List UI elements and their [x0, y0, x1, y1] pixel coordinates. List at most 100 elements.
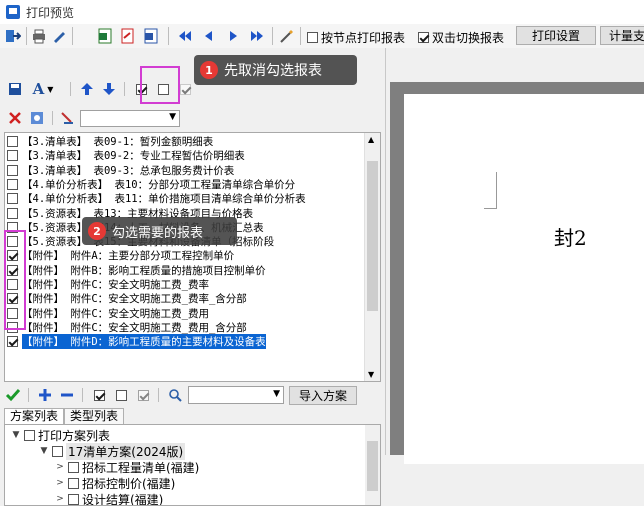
window-title: 打印预览	[26, 5, 75, 20]
report-label: 【附件】 附件C：安全文明施工费_费率_含分部	[22, 293, 247, 306]
filter-toolbar: ▼	[0, 107, 385, 129]
expand-arrow-icon[interactable]: >	[55, 494, 65, 504]
main-toolbar: 按节点打印报表 双击切换报表 打印设置 计量支	[0, 24, 644, 49]
expand-arrow-icon[interactable]: >	[55, 478, 65, 488]
report-label: 【附件】 附件D：影响工程质量的主要材料及设备表	[22, 334, 266, 350]
report-list-item[interactable]: 【附件】 附件D：影响工程质量的主要材料及设备表	[7, 334, 362, 350]
print-icon[interactable]	[30, 27, 48, 45]
dblclick-switch-checkbox[interactable]: 双击切换报表	[418, 29, 504, 46]
report-list-item[interactable]: 【4.单价分析表】 表10：分部分项工程量清单综合单价分	[7, 178, 362, 191]
scheme-toolbar: ▼ 导入方案	[0, 384, 385, 406]
report-panel: A ▼ ▼ ▲ ▼ 【3.清单表】 表09-1：暂列金额明细表 【3.清单表】 …	[0, 48, 386, 506]
scheme-tabs: 方案列表 类型列表	[4, 408, 125, 424]
highlight-checked-items	[4, 230, 26, 330]
refresh-icon[interactable]	[28, 109, 46, 127]
chevron-down-icon: ▼	[169, 112, 176, 122]
word-export-icon[interactable]	[142, 27, 160, 45]
highlight-check-buttons	[140, 66, 180, 104]
report-checkbox[interactable]	[7, 136, 18, 147]
filter-combobox[interactable]: ▼	[80, 110, 180, 127]
import-scheme-button[interactable]: 导入方案	[289, 386, 357, 405]
pen-icon[interactable]	[50, 27, 68, 45]
first-page-icon[interactable]	[176, 27, 194, 45]
tab-type-list[interactable]: 类型列表	[64, 408, 125, 424]
confirm-icon[interactable]	[4, 386, 22, 404]
report-checkbox[interactable]	[7, 178, 18, 190]
report-label: 【4.单价分析表】 表10：分部分项工程量清单综合单价分	[22, 178, 296, 191]
report-list-item[interactable]: 【4.单价分析表】 表11：单价措施项目清单综合单价分析表	[7, 192, 362, 205]
preview-page: 封2	[404, 94, 644, 464]
expand-arrow-icon[interactable]: >	[55, 462, 65, 472]
filter-icon[interactable]	[58, 109, 76, 127]
tree-item[interactable]: > 招标工程量清单(福建)	[55, 459, 199, 475]
delete-icon[interactable]	[6, 109, 24, 127]
tree-item[interactable]: > 设计结算(福建)	[55, 491, 163, 506]
scheme-tree[interactable]: ▼ 打印方案列表 ▼ 17清单方案(2024版) > 招标工程量清单(福建) >…	[4, 424, 381, 506]
page-label: 封2	[554, 226, 587, 250]
report-list-item[interactable]: 【3.清单表】 表09-2：专业工程暂估价明细表	[7, 149, 362, 162]
meter-button[interactable]: 计量支	[600, 26, 644, 45]
report-label: 【附件】 附件A：主要分部分项工程控制单价	[22, 250, 235, 263]
report-label: 【3.清单表】 表09-1：暂列金额明细表	[22, 136, 214, 148]
report-label: 【3.清单表】 表09-2：专业工程暂估价明细表	[22, 150, 245, 163]
report-label: 【附件】 附件C：安全文明施工费_费率	[22, 279, 209, 291]
report-label: 【附件】 附件C：安全文明施工费_费用	[22, 307, 209, 320]
scroll-up-icon[interactable]: ▲	[368, 135, 374, 144]
scheme-search-combobox[interactable]: ▼	[188, 386, 284, 404]
scroll-down-icon[interactable]: ▼	[368, 370, 374, 379]
remove-scheme-icon[interactable]	[58, 386, 76, 404]
report-checkbox[interactable]	[7, 207, 18, 219]
print-preview-area[interactable]: 封2	[390, 82, 644, 464]
report-list[interactable]: ▲ ▼ 【3.清单表】 表09-1：暂列金额明细表【3.清单表】 表09-2：专…	[4, 132, 381, 382]
exit-icon[interactable]	[4, 27, 22, 45]
report-list-item[interactable]: 【3.清单表】 表09-1：暂列金额明细表	[7, 135, 362, 148]
font-icon[interactable]: A ▼	[28, 80, 58, 98]
prev-page-icon[interactable]	[200, 27, 218, 45]
tree-root[interactable]: ▼ 打印方案列表	[11, 427, 110, 443]
search-icon[interactable]	[166, 386, 184, 404]
app-icon	[6, 5, 20, 19]
move-down-icon[interactable]	[100, 80, 118, 98]
tip-check-needed: 2 勾选需要的报表	[82, 217, 237, 245]
tree-item[interactable]: > 招标控制价(福建)	[55, 475, 175, 491]
report-list-item[interactable]: 【3.清单表】 表09-3：总承包服务费计价表	[7, 164, 362, 177]
save-icon[interactable]	[6, 80, 24, 98]
report-list-item[interactable]: 【附件】 附件C：安全文明施工费_费率_含分部	[7, 292, 362, 305]
chevron-down-icon: ▼	[273, 389, 280, 399]
last-page-icon[interactable]	[248, 27, 266, 45]
preview-toolbar-area	[385, 48, 644, 82]
report-checkbox[interactable]	[7, 336, 18, 348]
report-label: 【4.单价分析表】 表11：单价措施项目清单综合单价分析表	[22, 193, 306, 206]
report-checkbox[interactable]	[7, 150, 18, 162]
next-page-icon[interactable]	[224, 27, 242, 45]
scroll-thumb[interactable]	[367, 161, 378, 311]
print-settings-button[interactable]: 打印设置	[516, 26, 596, 45]
report-checkbox[interactable]	[7, 193, 18, 205]
tip-uncheck-reports: 1 先取消勾选报表	[194, 55, 357, 85]
report-label: 【附件】 附件C：安全文明施工费_费用_含分部	[22, 321, 247, 334]
print-by-node-checkbox[interactable]: 按节点打印报表	[307, 29, 405, 46]
report-checkbox[interactable]	[7, 164, 18, 176]
scheme-uncheck-icon[interactable]	[112, 386, 130, 404]
tree-scheme[interactable]: ▼ 17清单方案(2024版)	[39, 442, 186, 460]
tab-scheme-list[interactable]: 方案列表	[4, 408, 65, 424]
add-scheme-icon[interactable]	[36, 386, 54, 404]
report-list-item[interactable]: 【附件】 附件A：主要分部分项工程控制单价	[7, 249, 362, 262]
report-list-item[interactable]: 【附件】 附件C：安全文明施工费_费用	[7, 307, 362, 320]
list-scrollbar[interactable]: ▲ ▼	[364, 133, 380, 381]
report-list-item[interactable]: 【附件】 附件C：安全文明施工费_费率	[7, 278, 362, 291]
expand-arrow-icon[interactable]: ▼	[11, 430, 21, 440]
scheme-check-all-icon[interactable]	[90, 386, 108, 404]
report-label: 【3.清单表】 表09-3：总承包服务费计价表	[22, 164, 235, 177]
report-list-item[interactable]: 【附件】 附件C：安全文明施工费_费用_含分部	[7, 321, 362, 334]
step-badge: 1	[200, 61, 218, 79]
pdf-export-icon[interactable]	[118, 27, 136, 45]
print-by-node-box[interactable]	[307, 32, 318, 43]
report-list-item[interactable]: 【附件】 附件B：影响工程质量的措施项目控制单价	[7, 264, 362, 277]
move-up-icon[interactable]	[78, 80, 96, 98]
scheme-invert-icon[interactable]	[134, 386, 152, 404]
wand-icon[interactable]	[278, 27, 296, 45]
tree-scrollbar[interactable]	[365, 425, 380, 505]
excel-export-icon[interactable]	[96, 27, 114, 45]
dblclick-switch-box[interactable]	[418, 32, 429, 43]
